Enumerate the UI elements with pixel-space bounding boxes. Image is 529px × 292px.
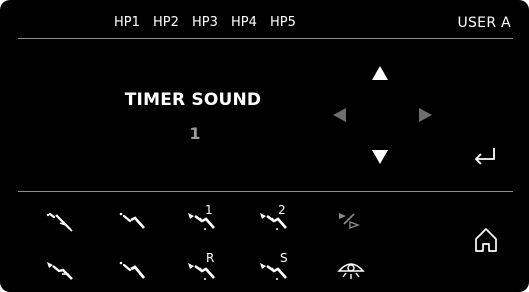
handpiece-scaler-icon — [46, 212, 73, 232]
setting-title: TIMER SOUND — [124, 90, 262, 110]
tool-button-motor-1[interactable]: 1 — [186, 204, 220, 232]
tool-button-motor-r[interactable]: R — [186, 252, 220, 284]
footer-divider — [18, 191, 513, 192]
operating-light-icon — [337, 263, 365, 279]
tab-hp4[interactable]: HP4 — [231, 14, 270, 32]
arrow-down-button[interactable] — [372, 150, 388, 164]
handpiece-turbine-icon — [47, 262, 73, 280]
tool-button-light[interactable] — [334, 258, 368, 286]
hp-tab-bar: HP1 HP2 HP3 HP4 HP5 — [114, 14, 309, 32]
handpiece-motor-icon — [188, 213, 215, 230]
user-selector[interactable]: USER A — [457, 14, 511, 32]
tool-button-turbine[interactable] — [44, 258, 78, 286]
tab-hp5[interactable]: HP5 — [270, 14, 309, 32]
arrow-left-button — [333, 108, 346, 122]
control-panel-screen: HP1 HP2 HP3 HP4 HP5 USER A TIMER SOUND 1 — [0, 0, 529, 292]
handpiece-contra-icon — [119, 212, 145, 229]
handpiece-motor-icon — [260, 213, 287, 230]
tool-button-scaler[interactable] — [44, 208, 78, 236]
tool-label-1: 1 — [205, 203, 213, 217]
handpiece-straight-icon — [119, 261, 146, 279]
tool-button-straight[interactable] — [116, 258, 150, 286]
tab-hp3[interactable]: HP3 — [192, 14, 231, 32]
handpiece-motor-icon — [188, 263, 215, 280]
tool-button-motor-s[interactable]: S — [258, 252, 292, 284]
arrow-up-button[interactable] — [372, 66, 388, 80]
tool-button-motor-2[interactable]: 2 — [258, 204, 292, 232]
handpiece-disabled-icon — [339, 213, 360, 230]
arrow-right-button — [419, 108, 432, 122]
setting-value: 1 — [189, 124, 201, 143]
tool-button-contra[interactable] — [116, 208, 150, 236]
header-divider — [18, 38, 513, 39]
tool-label-r: R — [206, 251, 215, 265]
home-button[interactable] — [473, 226, 499, 254]
tool-label-s: S — [280, 251, 288, 265]
enter-return-icon — [474, 148, 495, 165]
home-icon — [475, 228, 497, 252]
tab-hp2[interactable]: HP2 — [153, 14, 192, 32]
tool-label-2: 2 — [278, 203, 286, 217]
tool-button-disabled — [334, 208, 368, 236]
tab-hp1[interactable]: HP1 — [114, 14, 153, 32]
enter-button[interactable] — [470, 145, 498, 167]
